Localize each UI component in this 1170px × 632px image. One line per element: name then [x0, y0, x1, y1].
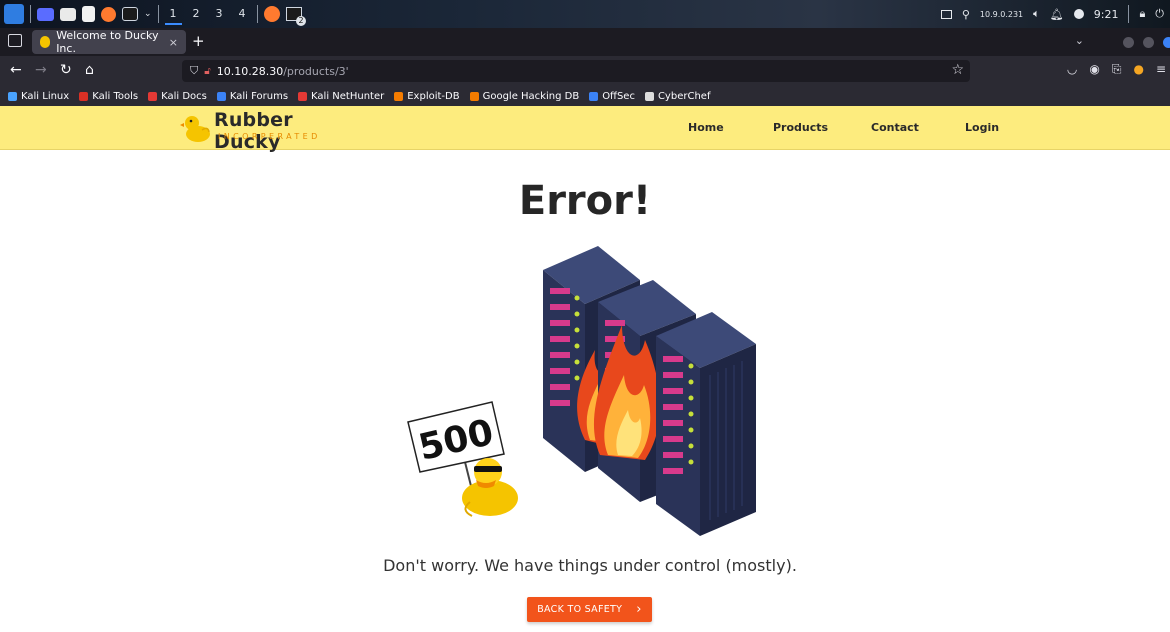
exploit-db-icon: [394, 91, 404, 101]
kali-forums-icon: [216, 91, 226, 101]
taskbar-left: ⌄ 1 2 3 4 2: [4, 3, 306, 26]
forward-arrow-icon[interactable]: →: [35, 62, 47, 78]
nav-contact[interactable]: Contact: [871, 121, 919, 134]
reload-icon[interactable]: ↻: [60, 62, 72, 78]
firefox-window-icon[interactable]: [263, 6, 280, 22]
brand-subtitle: INCORPERATED: [218, 132, 321, 141]
vpn-user-icon[interactable]: ⚲: [962, 8, 970, 21]
server-fire-illustration: 500: [407, 246, 756, 536]
pocket-icon[interactable]: ◡: [1067, 62, 1077, 77]
chevron-down-icon[interactable]: ⌄: [144, 9, 152, 19]
bookmark-kali-forums[interactable]: Kali Forums: [216, 91, 288, 102]
bookmark-offsec[interactable]: OffSec: [589, 91, 635, 102]
workspace-1[interactable]: 1: [164, 3, 182, 25]
terminal-launcher-icon[interactable]: [122, 7, 138, 21]
kali-menu-icon[interactable]: [4, 4, 24, 24]
window-minimize-button[interactable]: [1123, 37, 1134, 48]
logout-icon[interactable]: ⏻: [1155, 7, 1164, 21]
kali-docs-icon: [148, 91, 158, 101]
kali-dragon-icon: [8, 91, 17, 101]
extension-cookie-icon[interactable]: ●: [1133, 62, 1143, 77]
site-logo[interactable]: Rubber Ducky INCORPERATED: [180, 108, 352, 153]
url-bar[interactable]: ⛉ 🔓︎ 10.10.28.30/products/3' ☆: [182, 60, 970, 82]
back-arrow-icon[interactable]: ←: [10, 62, 22, 78]
browser-nav-bar: ← → ↻ ⌂ ⛉ 🔓︎ 10.10.28.30/products/3' ☆ ◡…: [0, 56, 1170, 86]
tab-title: Welcome to Ducky Inc.: [56, 29, 159, 55]
taskbar-separator: [157, 5, 159, 23]
server-rack-3: [656, 312, 756, 536]
terminal-window-count: 2: [296, 16, 306, 26]
bookmark-star-icon[interactable]: ☆: [951, 62, 964, 78]
bookmark-cyberchef[interactable]: CyberChef: [644, 91, 710, 102]
menu-hamburger-icon[interactable]: ≡: [1156, 62, 1166, 77]
duck-with-sign: 500: [407, 401, 518, 517]
desktop-icon[interactable]: [37, 7, 54, 21]
terminal-window-icon[interactable]: 2: [285, 7, 306, 26]
bookmark-kali-nethunter[interactable]: Kali NetHunter: [298, 91, 384, 102]
account-icon[interactable]: ◉: [1089, 62, 1099, 77]
firefox-launcher-icon[interactable]: [101, 6, 116, 22]
tab-close-button[interactable]: ×: [169, 36, 178, 49]
taskbar-right: ⚲ 10.9.0.231 🔈︎ 🔔︎ 9:21 🔒︎ ⏻: [940, 3, 1170, 25]
notifications-bell-icon[interactable]: 🔔︎: [1050, 8, 1064, 21]
home-icon[interactable]: ⌂: [85, 62, 94, 78]
display-icon[interactable]: [940, 9, 952, 19]
taskbar-separator: [30, 5, 31, 23]
back-to-safety-label: BACK TO SAFETY: [537, 604, 623, 615]
workspace-3[interactable]: 3: [211, 3, 228, 25]
power-manager-icon[interactable]: [1073, 9, 1084, 19]
error-title: Error!: [518, 178, 652, 224]
bookmark-kali-docs[interactable]: Kali Docs: [148, 91, 207, 102]
text-editor-icon[interactable]: [82, 6, 95, 22]
nav-home[interactable]: Home: [688, 121, 724, 134]
bookmark-kali-tools[interactable]: Kali Tools: [79, 91, 138, 102]
error-message: Don't worry. We have things under contro…: [383, 556, 797, 575]
url-path: /products/3': [283, 64, 349, 78]
os-taskbar: ⌄ 1 2 3 4 2 ⚲ 10.9.0.231 🔈︎ 🔔︎ 9:21 🔒︎ ⏻: [0, 0, 1170, 28]
shield-icon[interactable]: ⛉: [190, 64, 198, 78]
nav-login[interactable]: Login: [965, 121, 999, 134]
ghdb-icon: [469, 91, 479, 101]
duck-favicon-icon: [40, 36, 51, 48]
site-header: Rubber Ducky INCORPERATED Home Products …: [0, 106, 1170, 153]
taskbar-separator: [1128, 5, 1130, 23]
file-manager-icon[interactable]: [60, 7, 76, 21]
duck-logo-icon: [180, 116, 210, 142]
browser-tab-active[interactable]: Welcome to Ducky Inc. ×: [32, 29, 186, 55]
tab-list-icon[interactable]: [8, 34, 22, 47]
toolbar-right: ◡ ◉ ⎘ ● ≡: [1067, 62, 1166, 77]
cyberchef-icon: [644, 91, 654, 101]
new-tab-button[interactable]: +: [192, 32, 205, 50]
nethunter-icon: [298, 91, 308, 101]
brand-title: Rubber Ducky: [214, 109, 293, 153]
back-to-safety-button[interactable]: BACK TO SAFETY ›: [527, 597, 652, 622]
insecure-lock-icon[interactable]: 🔓︎: [204, 66, 210, 77]
list-all-tabs-chevron-icon[interactable]: ⌄: [1075, 34, 1084, 47]
workspace-4[interactable]: 4: [234, 3, 251, 25]
workspace-2[interactable]: 2: [188, 3, 205, 25]
bookmarks-toolbar: Kali Linux Kali Tools Kali Docs Kali For…: [0, 86, 1170, 106]
bookmark-kali-linux[interactable]: Kali Linux: [8, 91, 69, 102]
volume-icon[interactable]: 🔈︎: [1033, 7, 1040, 21]
taskbar-separator: [256, 5, 258, 23]
url-host: 10.10.28.30: [216, 64, 284, 78]
window-maximize-button[interactable]: [1143, 37, 1154, 48]
kali-tools-icon: [79, 91, 89, 101]
extensions-icon[interactable]: ⎘: [1112, 62, 1122, 77]
ip-address: 10.9.0.231: [979, 9, 1024, 19]
bookmark-exploit-db[interactable]: Exploit-DB: [394, 91, 460, 102]
nav-products[interactable]: Products: [773, 121, 828, 134]
clock[interactable]: 9:21: [1094, 8, 1119, 21]
chevron-right-icon: ›: [636, 602, 642, 617]
window-close-button[interactable]: [1163, 37, 1170, 48]
bookmark-google-hacking-db[interactable]: Google Hacking DB: [469, 91, 579, 102]
browser-tab-bar: Welcome to Ducky Inc. × + ⌄: [0, 28, 1170, 56]
offsec-icon: [589, 91, 599, 101]
lock-screen-icon[interactable]: 🔒︎: [1139, 7, 1145, 21]
